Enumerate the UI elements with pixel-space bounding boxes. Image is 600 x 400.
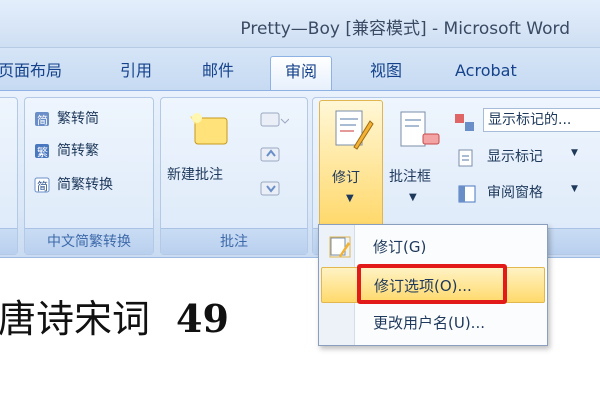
tab-review[interactable]: 审阅 (270, 56, 333, 90)
menu-item-track-changes[interactable]: 修订(G) (321, 229, 545, 265)
new-comment-button[interactable]: 新建批注 (165, 104, 255, 200)
tab-page-layout[interactable]: 页面布局 (0, 56, 62, 90)
group-label-partial (0, 228, 17, 254)
chevron-down-icon: ▼ (409, 192, 417, 203)
convert-icon: 繁 (35, 144, 49, 159)
document-text: 唐诗宋词 49 (0, 296, 229, 341)
svg-text:繁: 繁 (37, 145, 48, 159)
tab-acrobat[interactable]: Acrobat (455, 56, 517, 90)
track-changes-icon (329, 236, 351, 258)
document-number: 49 (176, 296, 229, 341)
ribbon-group-partial (0, 97, 18, 255)
group-label-chinese-conversion: 中文简繁转换 (25, 228, 153, 254)
track-changes-button[interactable]: 修订 ▼ (319, 100, 383, 228)
review-pane-icon (458, 185, 476, 203)
chevron-down-icon: ▼ (571, 148, 578, 158)
balloons-icon (400, 111, 440, 147)
tab-references[interactable]: 引用 (120, 56, 152, 90)
tab-view[interactable]: 视图 (370, 56, 402, 90)
show-markup-icon (458, 149, 473, 167)
convert-icon: 简 (34, 177, 50, 193)
svg-text:简: 简 (37, 179, 48, 193)
chevron-down-icon: ▼ (346, 193, 354, 204)
window-title: Pretty—Boy [兼容模式] - Microsoft Word (240, 19, 570, 39)
new-comment-icon (190, 113, 228, 145)
annotation-highlight-box (357, 264, 507, 304)
markup-select-icon (455, 114, 474, 131)
delete-comment-icon[interactable] (259, 110, 289, 130)
tab-mailings[interactable]: 邮件 (202, 56, 234, 90)
title-bar: Pretty—Boy [兼容模式] - Microsoft Word (0, 0, 600, 48)
menu-item-change-user-name[interactable]: 更改用户名(U)... (321, 305, 545, 341)
svg-text:简: 简 (37, 113, 48, 127)
balloons-button[interactable]: 批注框 ▼ (387, 104, 449, 214)
ribbon-tabs: 页面布局 引用 邮件 审阅 视图 Acrobat (0, 48, 600, 90)
group-label-comments: 批注 (161, 228, 307, 254)
chevron-down-icon: ▼ (571, 184, 578, 194)
next-comment-icon[interactable] (259, 178, 283, 198)
convert-icon: 简 (35, 112, 49, 127)
ribbon-group-chinese-conversion: 简 繁转简 繁 简转繁 简 简繁转换 中文简繁转换 (24, 97, 154, 255)
previous-comment-icon[interactable] (259, 144, 283, 164)
ribbon-group-comments: 新建批注 批注 (160, 97, 308, 255)
track-changes-icon (335, 110, 374, 150)
